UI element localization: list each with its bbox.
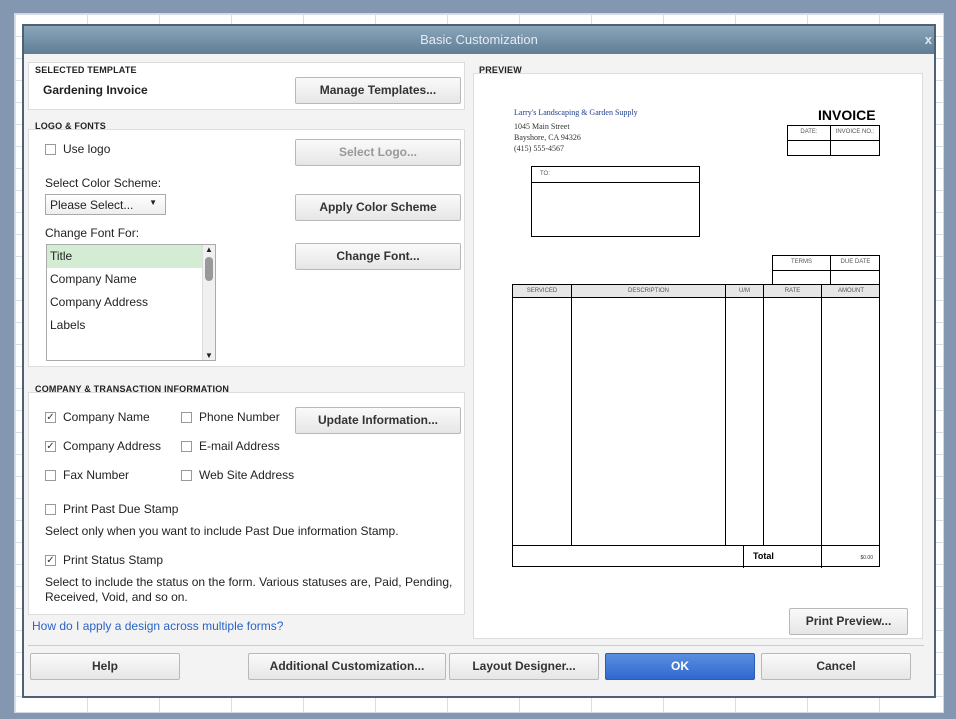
dialog-title: Basic Customization <box>420 32 538 47</box>
due-date-label: DUE DATE <box>840 259 871 265</box>
apply-color-scheme-button[interactable]: Apply Color Scheme <box>295 194 461 221</box>
change-font-label: Change Font For: <box>45 226 140 240</box>
help-link[interactable]: How do I apply a design across multiple … <box>32 619 283 633</box>
to-label: TO: <box>540 171 550 177</box>
footer-divider <box>28 645 924 646</box>
font-list-scrollbar[interactable]: ▲ ▼ <box>202 245 215 360</box>
status-note: Select to include the status on the form… <box>45 575 453 604</box>
preview-company-block: Larry's Landscaping & Garden Supply 1045… <box>514 107 638 154</box>
change-font-button[interactable]: Change Font... <box>295 243 461 270</box>
font-item-company-name[interactable]: Company Name <box>47 268 215 291</box>
preview-address2: Bayshore, CA 94326 <box>514 133 581 142</box>
col-description: DESCRIPTION <box>627 288 669 294</box>
company-address-checkbox[interactable]: ✓ <box>45 441 56 452</box>
color-scheme-select[interactable]: Please Select... ▼ <box>45 194 166 215</box>
color-scheme-label: Select Color Scheme: <box>45 176 162 190</box>
print-preview-button[interactable]: Print Preview... <box>789 608 908 635</box>
website-address-checkbox[interactable] <box>181 470 192 481</box>
font-element-list[interactable]: Title Company Name Company Address Label… <box>46 244 216 361</box>
to-box: TO: <box>531 166 700 237</box>
fax-number-label: Fax Number <box>63 468 130 482</box>
preview-company-name: Larry's Landscaping & Garden Supply <box>514 108 638 117</box>
status-stamp-checkbox[interactable]: ✓ <box>45 555 56 566</box>
additional-customization-button[interactable]: Additional Customization... <box>248 653 446 680</box>
col-rate: RATE <box>784 288 801 294</box>
email-address-checkbox[interactable] <box>181 441 192 452</box>
chevron-down-icon: ▼ <box>149 198 157 207</box>
date-label: DATE: <box>800 129 818 135</box>
ok-button[interactable]: OK <box>605 653 755 680</box>
invoice-no-label: INVOICE NO.: <box>835 129 875 135</box>
past-due-stamp-checkbox[interactable] <box>45 504 56 515</box>
cancel-button[interactable]: Cancel <box>761 653 911 680</box>
layout-designer-button[interactable]: Layout Designer... <box>449 653 599 680</box>
close-icon[interactable]: x <box>925 26 932 54</box>
font-item-labels[interactable]: Labels <box>47 314 215 337</box>
preview-pane: Larry's Landscaping & Garden Supply 1045… <box>473 73 923 639</box>
preview-address1: 1045 Main Street <box>514 122 570 131</box>
col-serviced: SERVICED <box>526 288 558 294</box>
update-information-button[interactable]: Update Information... <box>295 407 461 434</box>
past-due-note: Select only when you want to include Pas… <box>45 524 399 538</box>
use-logo-checkbox[interactable] <box>45 144 56 155</box>
use-logo-label: Use logo <box>63 142 111 156</box>
manage-templates-button[interactable]: Manage Templates... <box>295 77 461 104</box>
basic-customization-dialog: Basic Customization x SELECTED TEMPLATE G… <box>22 24 936 698</box>
col-um: U/M <box>739 288 750 294</box>
font-item-company-address[interactable]: Company Address <box>47 291 215 314</box>
total-value: $0.00 <box>860 555 873 561</box>
preview-invoice-title: INVOICE <box>818 107 876 123</box>
past-due-stamp-label: Print Past Due Stamp <box>63 502 179 516</box>
preview-phone: (415) 555-4567 <box>514 144 564 153</box>
help-button[interactable]: Help <box>30 653 180 680</box>
company-name-checkbox[interactable]: ✓ <box>45 412 56 423</box>
col-amount: AMOUNT <box>838 288 864 294</box>
selected-template-heading: SELECTED TEMPLATE <box>35 65 137 75</box>
terms-box: TERMS DUE DATE <box>772 255 880 285</box>
phone-number-checkbox[interactable] <box>181 412 192 423</box>
company-name-label: Company Name <box>63 410 150 424</box>
select-logo-button[interactable]: Select Logo... <box>295 139 461 166</box>
date-invoice-box: DATE: INVOICE NO.: <box>787 125 880 156</box>
company-address-label: Company Address <box>63 439 162 453</box>
line-items-table: SERVICED DESCRIPTION U/M RATE AMOUNT Tot… <box>512 284 880 568</box>
template-name: Gardening Invoice <box>43 83 148 97</box>
color-scheme-value: Please Select... <box>50 198 134 212</box>
font-item-title[interactable]: Title <box>47 245 215 268</box>
phone-number-label: Phone Number <box>199 410 280 424</box>
scroll-thumb[interactable] <box>205 257 213 281</box>
website-address-label: Web Site Address <box>199 468 295 482</box>
email-address-label: E-mail Address <box>199 439 280 453</box>
total-label: Total <box>753 551 774 561</box>
title-bar: Basic Customization x <box>24 26 934 54</box>
status-stamp-label: Print Status Stamp <box>63 553 164 567</box>
terms-label: TERMS <box>791 259 812 265</box>
fax-number-checkbox[interactable] <box>45 470 56 481</box>
